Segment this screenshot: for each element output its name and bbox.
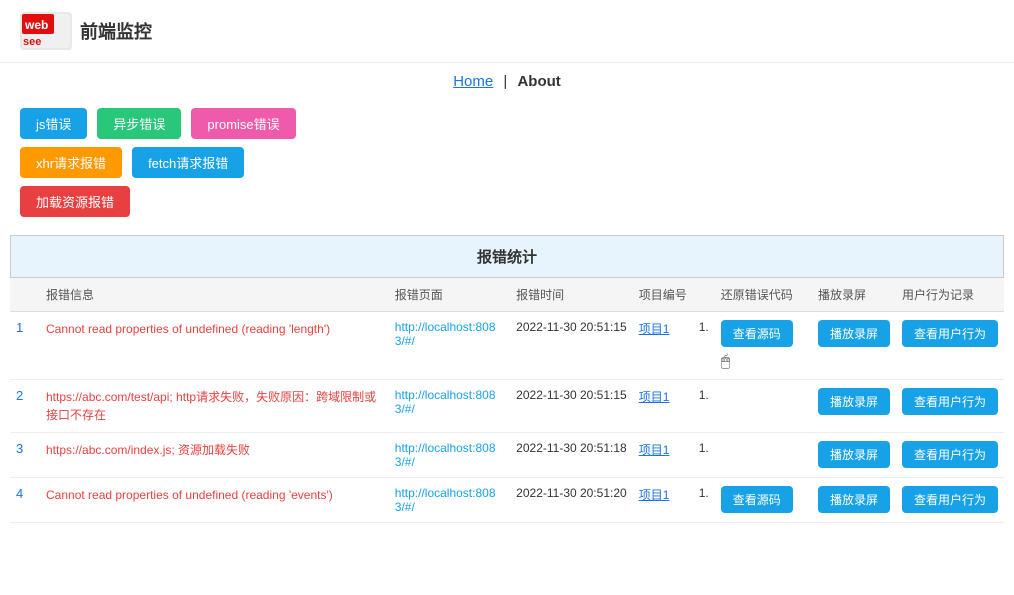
replay-button[interactable]: 播放录屏 [818,320,890,347]
source-num: 1. [693,433,715,478]
row-number: 1 [10,312,40,380]
logo: web see 前端监控 [20,12,152,50]
replay-button[interactable]: 播放录屏 [818,388,890,415]
error-info: Cannot read properties of undefined (rea… [40,478,389,523]
logo-text: 前端监控 [80,18,152,44]
table-row: 4Cannot read properties of undefined (re… [10,478,1004,523]
svg-text:see: see [23,36,41,48]
nav-bar: Home | About [0,63,1014,100]
error-page: http://localhost:8083/#/ [389,478,510,523]
col-restore-code: 还原错误代码 [715,278,812,312]
buttons-row-2: xhr请求报错 fetch请求报错 [20,147,994,178]
error-page: http://localhost:8083/#/ [389,433,510,478]
replay-button[interactable]: 播放录屏 [818,441,890,468]
fetch-error-button[interactable]: fetch请求报错 [132,147,244,178]
table-row: 1Cannot read properties of undefined (re… [10,312,1004,380]
replay-cell: 播放录屏 [812,478,896,523]
source-num: 1. [693,478,715,523]
about-link[interactable]: About [517,73,560,90]
home-link[interactable]: Home [453,73,493,90]
col-error-info: 报错信息 [40,278,389,312]
xhr-error-button[interactable]: xhr请求报错 [20,147,122,178]
logo-icon: web see [20,12,72,50]
load-resource-error-button[interactable]: 加载资源报错 [20,186,130,217]
error-time: 2022-11-30 20:51:15 [510,312,633,380]
error-stats-section: 报错统计 报错信息 报错页面 报错时间 项目编号 还原错误代码 播放录屏 用户行… [10,235,1004,523]
col-page: 报错页面 [389,278,510,312]
behavior-cell: 查看用户行为 [896,380,1004,433]
behavior-cell: 查看用户行为 [896,478,1004,523]
source-num: 1. [693,380,715,433]
error-page: http://localhost:8083/#/ [389,380,510,433]
error-info: https://abc.com/test/api; http请求失败，失败原因：… [40,380,389,433]
header: web see 前端监控 [0,0,1014,63]
col-project: 项目编号 [633,278,693,312]
col-num [10,278,40,312]
behavior-cell: 查看用户行为 [896,312,1004,380]
buttons-row-3: 加载资源报错 [20,186,994,217]
replay-button[interactable]: 播放录屏 [818,486,890,513]
source-num: 1. [693,312,715,380]
table-header-row: 报错信息 报错页面 报错时间 项目编号 还原错误代码 播放录屏 用户行为记录 [10,278,1004,312]
error-stats-table: 报错信息 报错页面 报错时间 项目编号 还原错误代码 播放录屏 用户行为记录 1… [10,278,1004,523]
row-number: 3 [10,433,40,478]
nav-separator: | [503,73,507,90]
view-source-cell: 查看源码 [715,478,812,523]
replay-cell: 播放录屏 [812,380,896,433]
table-row: 2https://abc.com/test/api; http请求失败，失败原因… [10,380,1004,433]
replay-cell: 播放录屏 [812,433,896,478]
col-behavior: 用户行为记录 [896,278,1004,312]
behavior-button[interactable]: 查看用户行为 [902,388,998,415]
buttons-row-1: js错误 异步错误 promise错误 [20,108,994,139]
js-error-button[interactable]: js错误 [20,108,87,139]
error-time: 2022-11-30 20:51:20 [510,478,633,523]
project-id: 项目1 [633,478,693,523]
error-time: 2022-11-30 20:51:18 [510,433,633,478]
async-error-button[interactable]: 异步错误 [97,108,181,139]
svg-text:web: web [24,18,48,32]
replay-cell: 播放录屏 [812,312,896,380]
error-info: https://abc.com/index.js; 资源加载失败 [40,433,389,478]
behavior-button[interactable]: 查看用户行为 [902,486,998,513]
error-page: http://localhost:8083/#/ [389,312,510,380]
behavior-cell: 查看用户行为 [896,433,1004,478]
behavior-button[interactable]: 查看用户行为 [902,441,998,468]
view-source-cell [715,380,812,433]
col-time: 报错时间 [510,278,633,312]
cursor-icon: 🖱 [721,353,731,371]
col-source-num [693,278,715,312]
behavior-button[interactable]: 查看用户行为 [902,320,998,347]
error-info: Cannot read properties of undefined (rea… [40,312,389,380]
table-row: 3https://abc.com/index.js; 资源加载失败http://… [10,433,1004,478]
project-id: 项目1 [633,380,693,433]
view-source-button[interactable]: 查看源码 [721,320,793,347]
buttons-area: js错误 异步错误 promise错误 xhr请求报错 fetch请求报错 加载… [0,100,1014,225]
table-title: 报错统计 [10,235,1004,278]
view-source-cell: 查看源码 🖱 [715,312,812,380]
error-time: 2022-11-30 20:51:15 [510,380,633,433]
view-source-cell [715,433,812,478]
row-number: 4 [10,478,40,523]
project-id: 项目1 [633,312,693,380]
view-source-button[interactable]: 查看源码 [721,486,793,513]
project-id: 项目1 [633,433,693,478]
col-replay: 播放录屏 [812,278,896,312]
promise-error-button[interactable]: promise错误 [191,108,295,139]
row-number: 2 [10,380,40,433]
